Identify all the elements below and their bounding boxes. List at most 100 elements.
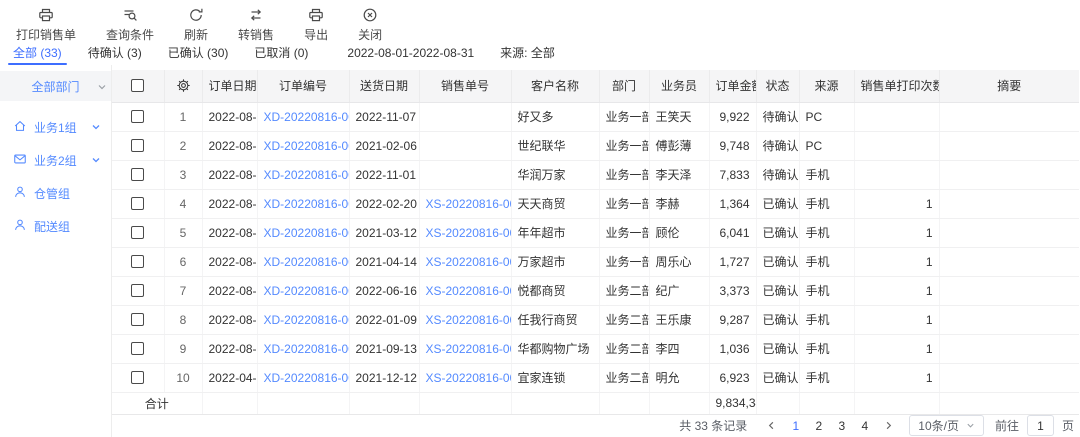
row-checkbox[interactable] bbox=[131, 284, 144, 297]
tab-confirmed[interactable]: 已确认 (30) bbox=[155, 40, 242, 65]
order-no-link[interactable]: XD-20220816-000018 bbox=[264, 110, 350, 124]
cell-summary bbox=[939, 334, 1079, 363]
cell-department: 业务一部 bbox=[599, 247, 649, 276]
department-selector[interactable]: 全部部门 bbox=[0, 71, 111, 101]
order-no-link[interactable]: XD-20220816-000013 bbox=[264, 255, 350, 269]
printer-icon bbox=[38, 7, 54, 23]
print-sales-order-button[interactable]: 打印销售单 bbox=[16, 7, 76, 43]
query-conditions-button[interactable]: 查询条件 bbox=[106, 7, 154, 43]
transfer-to-sales-button[interactable]: 转销售 bbox=[238, 7, 274, 43]
row-checkbox[interactable] bbox=[131, 168, 144, 181]
column-header-salesperson: 业务员 bbox=[649, 70, 709, 102]
prev-page-button[interactable] bbox=[760, 420, 783, 431]
total-empty-cell bbox=[511, 392, 599, 414]
row-checkbox[interactable] bbox=[131, 226, 144, 239]
cell-delivery-date: 2021-02-06 bbox=[349, 131, 419, 160]
cell-amount: 9,922 bbox=[709, 102, 756, 131]
cell-print-count: 1 bbox=[854, 305, 939, 334]
column-header-delivery-date: 送货日期 bbox=[349, 70, 419, 102]
page-button[interactable]: 4 bbox=[853, 419, 876, 433]
tab-cancelled[interactable]: 已取消 (0) bbox=[241, 40, 321, 65]
order-no-link[interactable]: XD-20220816-000011 bbox=[264, 313, 350, 327]
sales-no-link[interactable]: XS-20220816-000010 bbox=[426, 342, 512, 356]
sidebar-item-delivery-group[interactable]: 配送组 bbox=[0, 210, 111, 243]
cell-amount: 1,036 bbox=[709, 334, 756, 363]
total-empty-cell bbox=[939, 392, 1079, 414]
checkbox-cell bbox=[112, 131, 164, 160]
source-filter[interactable]: 来源: 全部 bbox=[500, 40, 555, 65]
total-empty-cell bbox=[854, 392, 939, 414]
row-index: 1 bbox=[164, 102, 202, 131]
cell-customer: 天天商贸 bbox=[511, 189, 599, 218]
cell-amount: 1,727 bbox=[709, 247, 756, 276]
column-header-order-date: 订单日期 bbox=[202, 70, 257, 102]
cell-source: PC bbox=[799, 131, 854, 160]
column-header-print-count: 销售单打印次数 bbox=[854, 70, 939, 102]
cell-order-no: XD-20220816-000016 bbox=[257, 160, 349, 189]
cell-customer: 万家超市 bbox=[511, 247, 599, 276]
close-button[interactable]: 关闭 bbox=[358, 7, 382, 43]
cell-order-no: XD-20220816-000011 bbox=[257, 305, 349, 334]
row-checkbox[interactable] bbox=[131, 110, 144, 123]
row-checkbox[interactable] bbox=[131, 342, 144, 355]
row-checkbox[interactable] bbox=[131, 197, 144, 210]
page-size-select[interactable]: 10条/页 bbox=[909, 415, 984, 436]
cell-print-count bbox=[854, 160, 939, 189]
export-icon bbox=[308, 7, 324, 23]
sidebar-item-business-group-1[interactable]: 业务1组 bbox=[0, 111, 111, 144]
cell-status: 已确认 bbox=[756, 247, 799, 276]
page-button[interactable]: 2 bbox=[807, 419, 830, 433]
row-checkbox[interactable] bbox=[131, 371, 144, 384]
sales-no-link[interactable]: XS-20220816-000014 bbox=[426, 226, 512, 240]
order-no-link[interactable]: XD-20220816-000010 bbox=[264, 342, 350, 356]
page-button[interactable]: 3 bbox=[830, 419, 853, 433]
mail-icon bbox=[13, 152, 27, 169]
total-empty-cell bbox=[599, 392, 649, 414]
order-no-link[interactable]: XD-20220816-000009 bbox=[264, 371, 350, 385]
page-size-label: 10条/页 bbox=[918, 417, 959, 434]
cell-department: 业务二部 bbox=[599, 276, 649, 305]
date-range-filter[interactable]: 2022-08-01-2022-08-31 bbox=[347, 40, 474, 65]
column-header-source: 来源 bbox=[799, 70, 854, 102]
row-checkbox[interactable] bbox=[131, 255, 144, 268]
row-index: 6 bbox=[164, 247, 202, 276]
goto-page-input[interactable] bbox=[1027, 415, 1054, 436]
tab-all-label: 全部 (33) bbox=[13, 44, 62, 61]
records-total-text: 共 33 条记录 bbox=[679, 417, 747, 434]
select-all-checkbox[interactable] bbox=[131, 79, 144, 92]
checkbox-cell bbox=[112, 160, 164, 189]
page-button[interactable]: 1 bbox=[784, 419, 807, 433]
row-checkbox[interactable] bbox=[131, 139, 144, 152]
cell-delivery-date: 2022-11-07 bbox=[349, 102, 419, 131]
checkbox-cell bbox=[112, 334, 164, 363]
cell-order-no: XD-20220816-000017 bbox=[257, 131, 349, 160]
tab-all[interactable]: 全部 (33) bbox=[0, 40, 75, 65]
sales-no-link[interactable]: XS-20220816-000011 bbox=[426, 313, 512, 327]
order-no-link[interactable]: XD-20220816-000015 bbox=[264, 197, 350, 211]
order-no-link[interactable]: XD-20220816-000014 bbox=[264, 226, 350, 240]
cell-order-date: 2022-08-14 bbox=[202, 160, 257, 189]
row-checkbox[interactable] bbox=[131, 313, 144, 326]
order-no-link[interactable]: XD-20220816-000017 bbox=[264, 139, 350, 153]
sales-no-link[interactable]: XS-20220816-000012 bbox=[426, 284, 512, 298]
tab-pending-confirm[interactable]: 待确认 (3) bbox=[75, 40, 155, 65]
row-index: 3 bbox=[164, 160, 202, 189]
cell-summary bbox=[939, 363, 1079, 392]
order-no-link[interactable]: XD-20220816-000012 bbox=[264, 284, 350, 298]
total-empty-cell bbox=[349, 392, 419, 414]
next-page-button[interactable] bbox=[877, 420, 900, 431]
sidebar-item-business-group-2[interactable]: 业务2组 bbox=[0, 144, 111, 177]
cell-department: 业务一部 bbox=[599, 102, 649, 131]
cell-amount: 9,287 bbox=[709, 305, 756, 334]
cell-status: 已确认 bbox=[756, 334, 799, 363]
gear-icon[interactable] bbox=[176, 78, 191, 93]
sales-no-link[interactable]: XS-20220816-000009 bbox=[426, 371, 512, 385]
refresh-button[interactable]: 刷新 bbox=[184, 7, 208, 43]
export-button[interactable]: 导出 bbox=[304, 7, 328, 43]
sales-no-link[interactable]: XS-20220816-000015 bbox=[426, 197, 512, 211]
sales-no-link[interactable]: XS-20220816-000013 bbox=[426, 255, 512, 269]
cell-department: 业务二部 bbox=[599, 305, 649, 334]
row-index: 9 bbox=[164, 334, 202, 363]
order-no-link[interactable]: XD-20220816-000016 bbox=[264, 168, 350, 182]
sidebar-item-warehouse-group[interactable]: 仓管组 bbox=[0, 177, 111, 210]
